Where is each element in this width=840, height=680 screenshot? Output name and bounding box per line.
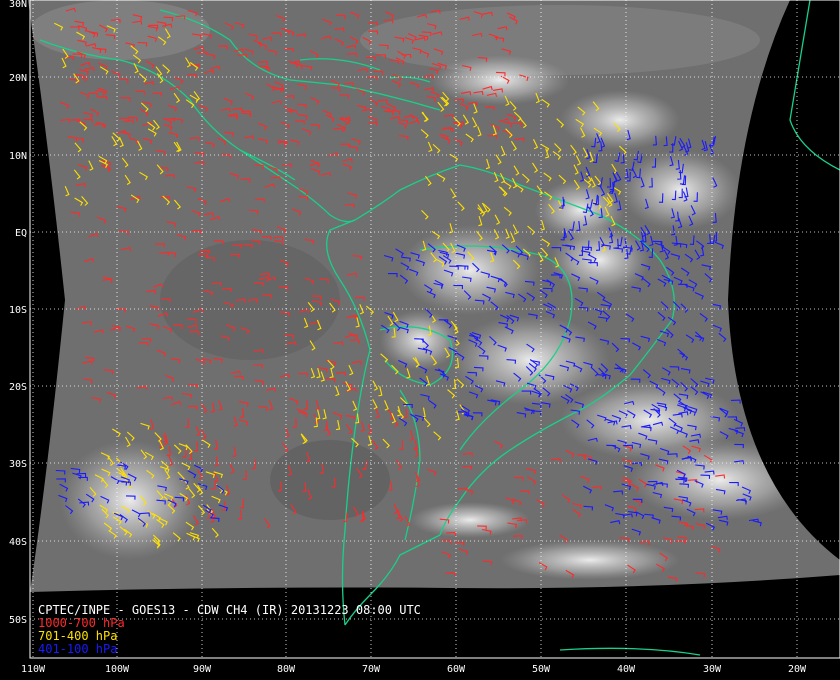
lat-label-30s: 30S: [9, 459, 27, 470]
lon-label-20w: 20W: [788, 664, 807, 675]
coast-africa: [789, 0, 840, 171]
lat-label-40s: 40S: [9, 537, 27, 548]
lat-label-30n: 30N: [9, 0, 27, 10]
lon-label-60w: 60W: [447, 664, 466, 675]
lon-label-90w: 90W: [193, 664, 212, 675]
lon-label-40w: 40W: [617, 664, 636, 675]
lon-label-30w: 30W: [703, 664, 722, 675]
satellite-wind-map: 30N 20N 10N EQ 10S 20S 30S 40S 50S 110W …: [9, 0, 840, 675]
lon-label-100w: 100W: [105, 664, 130, 675]
lat-label-50s: 50S: [9, 615, 27, 626]
longitude-labels: 110W 100W 90W 80W 70W 60W 50W 40W 30W 20…: [21, 664, 807, 675]
lat-label-eq: EQ: [15, 228, 27, 239]
lon-label-80w: 80W: [277, 664, 296, 675]
lon-label-70w: 70W: [362, 664, 381, 675]
legend-item-401-100: 401-100 hPa: [38, 642, 118, 656]
lat-label-20n: 20N: [9, 73, 27, 84]
lon-label-50w: 50W: [532, 664, 551, 675]
lat-label-20s: 20S: [9, 382, 27, 393]
satellite-image: [28, 0, 840, 592]
lat-label-10n: 10N: [9, 151, 27, 162]
lon-label-110w: 110W: [21, 664, 46, 675]
lat-label-10s: 10S: [9, 305, 27, 316]
latitude-labels: 30N 20N 10N EQ 10S 20S 30S 40S 50S: [9, 0, 27, 626]
coast-antarctica: [559, 647, 701, 656]
